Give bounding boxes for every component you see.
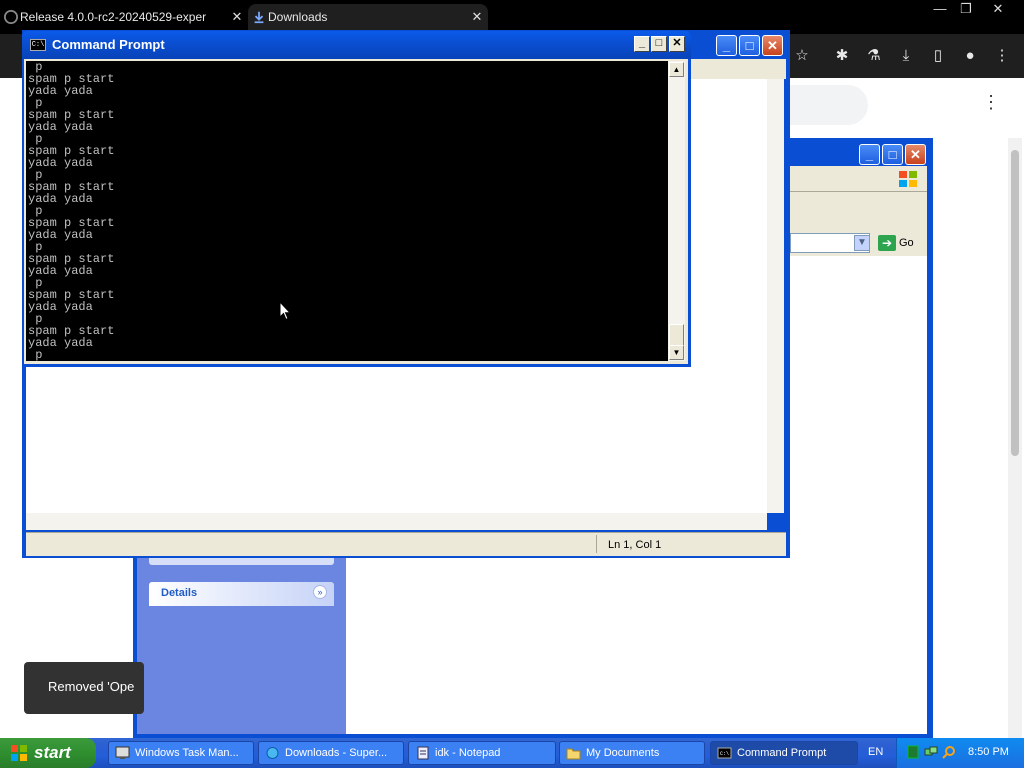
tab-title: Release 4.0.0-rc2-20240529-exper — [20, 10, 207, 24]
console-scroll-thumb[interactable] — [669, 324, 684, 346]
minimize-window-button[interactable]: — — [926, 0, 954, 18]
console-line: spam p start — [28, 252, 115, 266]
task-manager-icon — [115, 746, 130, 759]
explorer-toolbar — [790, 192, 927, 230]
notepad-horizontal-scrollbar[interactable] — [26, 513, 767, 530]
menu-icon[interactable]: ⋮ — [990, 44, 1014, 68]
github-icon — [4, 10, 18, 24]
console-icon: C:\ — [717, 747, 732, 759]
console-line: p — [28, 312, 43, 326]
notepad-maximize-button[interactable]: □ — [739, 35, 760, 56]
console-line: p — [28, 276, 43, 290]
language-indicator[interactable]: EN — [868, 746, 883, 758]
labs-icon[interactable]: ⚗ — [862, 44, 886, 68]
console-line: yada yada — [28, 120, 93, 134]
notepad-minimize-button[interactable]: _ — [716, 35, 737, 56]
go-arrow-icon[interactable]: ➔ — [878, 235, 896, 251]
console-line: yada yada — [28, 264, 93, 278]
clock: 8:50 PM — [968, 746, 1009, 758]
statusbar-divider — [596, 535, 597, 553]
download-icon[interactable]: ⤓ — [894, 44, 918, 68]
ie-icon — [266, 747, 279, 759]
page-scrollbar-thumb[interactable] — [1011, 150, 1019, 456]
console-line: p — [28, 132, 43, 146]
close-window-button[interactable]: ✕ — [984, 0, 1012, 18]
console-line: spam p start — [28, 108, 115, 122]
folder-icon — [566, 748, 581, 760]
console-scrollbar[interactable] — [668, 61, 685, 361]
console-line: yada yada — [28, 84, 93, 98]
profile-icon[interactable]: ● — [958, 44, 982, 68]
console-line: spam p start — [28, 216, 115, 230]
console-line: p — [28, 168, 43, 182]
notepad-close-button[interactable]: ✕ — [762, 35, 783, 56]
cmd-minimize-button[interactable]: _ — [634, 36, 650, 52]
windows-logo-icon — [11, 745, 27, 761]
notepad-statusbar — [26, 532, 786, 556]
star-icon[interactable]: ☆ — [790, 44, 814, 68]
browser-tab-release[interactable]: Release 4.0.0-rc2-20240529-exper ✕ — [0, 4, 248, 30]
restore-window-button[interactable]: ❐ — [952, 0, 980, 18]
console-line: yada yada — [28, 192, 93, 206]
go-button-label[interactable]: Go — [899, 237, 914, 249]
console-line: yada yada — [28, 336, 93, 350]
windows-flag-icon — [899, 171, 917, 187]
console-line: p — [28, 61, 43, 74]
tab-title: Downloads — [268, 10, 328, 24]
task-button-notepad[interactable]: idk - Notepad — [408, 741, 556, 765]
search-icon[interactable] — [942, 745, 956, 759]
task-button-my-documents[interactable]: My Documents — [559, 741, 705, 765]
task-label: Command Prompt — [737, 747, 827, 759]
console-line: yada yada — [28, 156, 93, 170]
cursor-position: Ln 1, Col 1 — [608, 539, 662, 551]
removed-toast: Removed 'Ope — [24, 662, 144, 714]
scroll-up-icon[interactable]: ▲ — [669, 62, 684, 77]
console-output[interactable]: p spam p start yada yada p spam p start yada… — [26, 61, 668, 361]
sidepanel-icon[interactable]: ▯ — [926, 44, 950, 68]
notepad-icon — [417, 746, 429, 760]
console-line: spam p start — [28, 144, 115, 158]
task-pane-section — [149, 557, 334, 565]
console-line: spam p start — [28, 324, 115, 338]
console-line: p — [28, 204, 43, 218]
close-tab-icon[interactable]: ✕ — [466, 9, 488, 25]
chevron-down-icon[interactable]: ▼ — [854, 235, 870, 251]
close-tab-icon[interactable]: ✕ — [226, 9, 248, 25]
explorer-maximize-button[interactable]: □ — [882, 144, 903, 165]
page-menu-icon[interactable]: ⋮ — [982, 92, 1000, 113]
console-line: spam p start — [28, 72, 115, 86]
download-icon — [254, 11, 264, 24]
scroll-down-icon[interactable]: ▼ — [669, 345, 684, 360]
console-line: p — [28, 348, 43, 361]
task-button-command-prompt[interactable]: C:\ Command Prompt — [710, 741, 858, 765]
task-label: idk - Notepad — [435, 747, 501, 759]
browser-tab-downloads[interactable]: Downloads ✕ — [248, 4, 488, 30]
console-icon: C:\ — [30, 39, 46, 51]
window-title: Command Prompt — [52, 37, 165, 52]
details-label: Details — [161, 587, 198, 599]
console-line: p — [28, 240, 43, 254]
task-label: Windows Task Man... — [135, 747, 239, 759]
task-button-task-manager[interactable]: Windows Task Man... — [108, 741, 254, 765]
cmd-close-button[interactable]: ✕ — [669, 36, 685, 52]
console-line: yada yada — [28, 300, 93, 314]
console-line: spam p start — [28, 180, 115, 194]
console-line: p — [28, 96, 43, 110]
extensions-icon[interactable]: ✱ — [830, 44, 854, 68]
tray-app-icon[interactable] — [906, 745, 920, 759]
task-button-downloads[interactable]: Downloads - Super... — [258, 741, 404, 765]
console-line: yada yada — [28, 228, 93, 242]
downloads-search-field[interactable] — [790, 85, 868, 125]
notepad-vertical-scrollbar[interactable] — [767, 79, 784, 513]
task-label: My Documents — [586, 747, 660, 759]
explorer-close-button[interactable]: ✕ — [905, 144, 926, 165]
mouse-cursor-icon — [279, 301, 291, 321]
console-line: spam p start — [28, 288, 115, 302]
svg-text:C:\: C:\ — [720, 751, 729, 757]
cmd-maximize-button[interactable]: □ — [651, 36, 667, 52]
explorer-minimize-button[interactable]: _ — [859, 144, 880, 165]
expand-chevron-icon[interactable]: » — [313, 585, 327, 599]
network-icon[interactable] — [924, 745, 938, 759]
task-label: Downloads - Super... — [285, 747, 388, 759]
